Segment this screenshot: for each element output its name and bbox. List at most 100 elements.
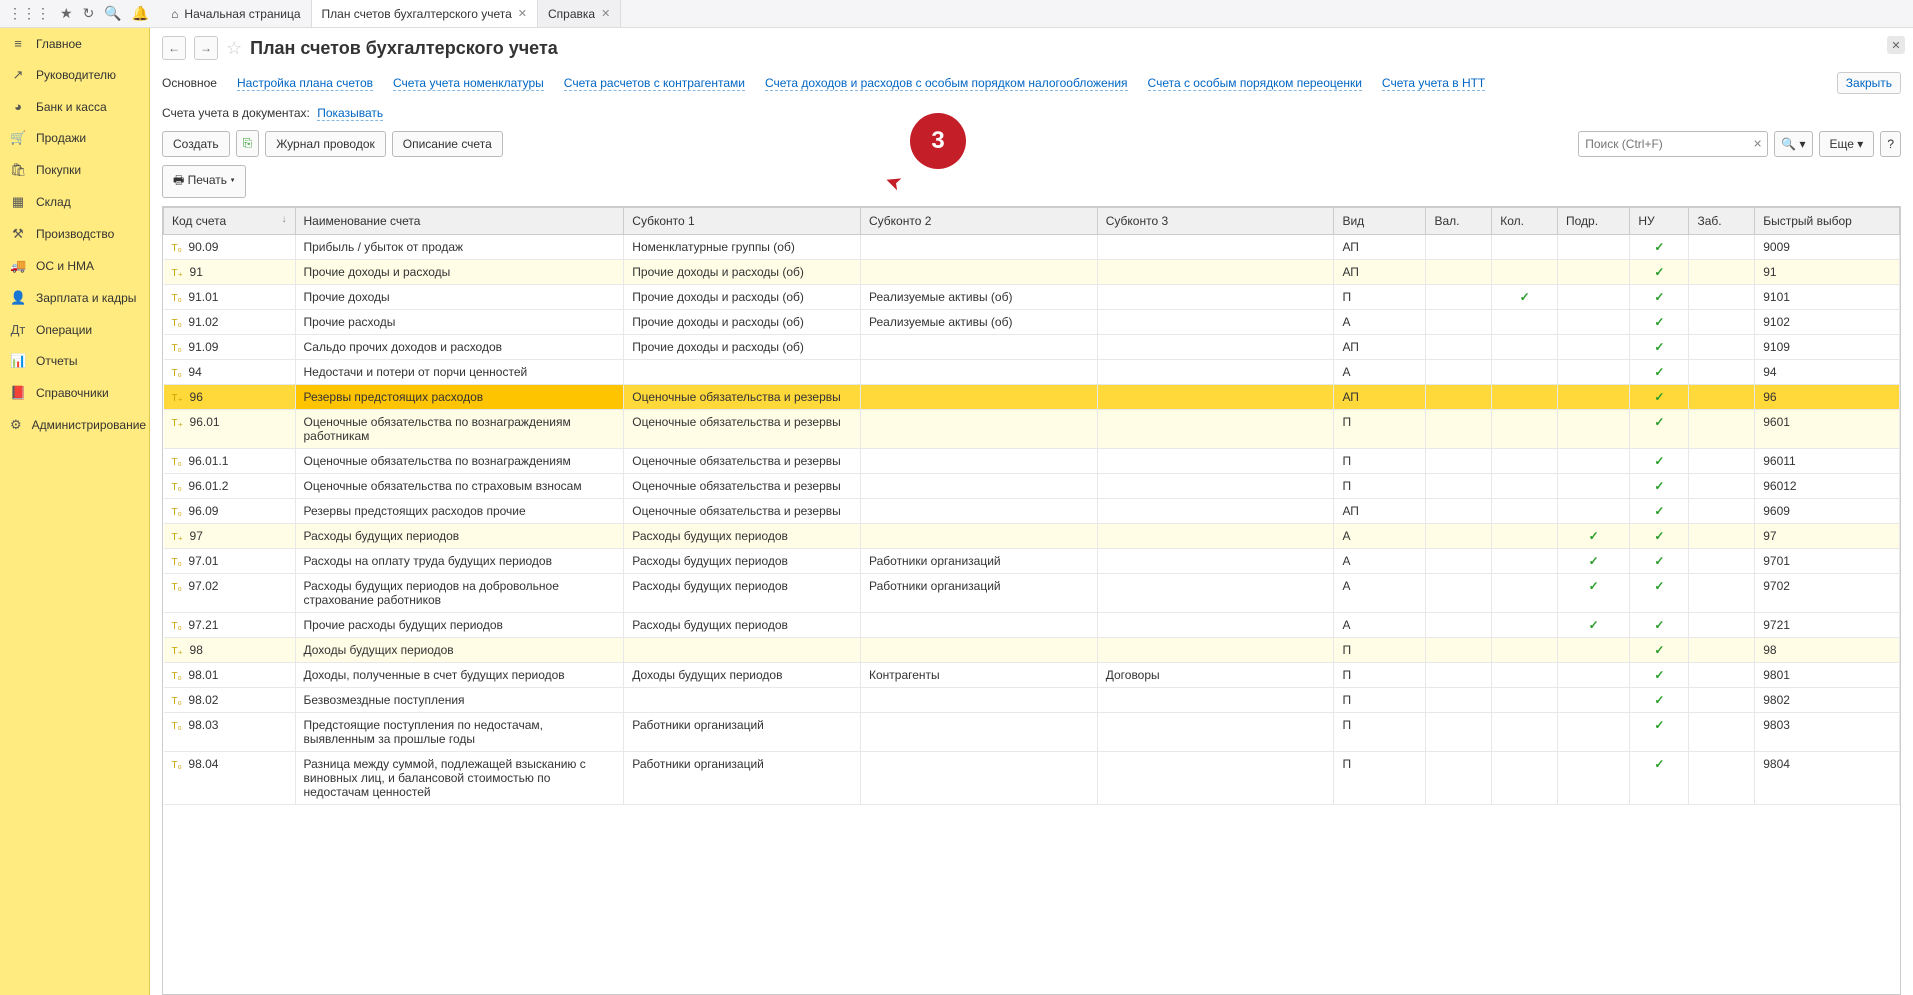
- close-tab-icon[interactable]: ✕: [601, 7, 610, 20]
- star-icon[interactable]: ★: [60, 5, 73, 22]
- sidebar-item[interactable]: ▦Склад: [0, 186, 149, 218]
- tab-label: Начальная страница: [184, 7, 300, 21]
- row-icon: Т₀: [172, 293, 182, 304]
- table-row[interactable]: Т₀ 98.02Безвозмездные поступленияП✓9802: [164, 688, 1900, 713]
- header-link[interactable]: Счета доходов и расходов с особым порядк…: [765, 76, 1128, 91]
- table-row[interactable]: Т₀ 91.01Прочие доходыПрочие доходы и рас…: [164, 285, 1900, 310]
- row-icon: Т₀: [172, 721, 182, 732]
- tab[interactable]: ⌂Начальная страница: [161, 0, 311, 27]
- col-sub2[interactable]: Субконто 2: [861, 208, 1098, 235]
- history-icon[interactable]: ↻: [83, 5, 95, 22]
- col-fast[interactable]: Быстрый выбор: [1755, 208, 1900, 235]
- col-pod[interactable]: Подр.: [1557, 208, 1629, 235]
- row-icon: Т₊: [172, 393, 183, 404]
- table-row[interactable]: Т₀ 91.09Сальдо прочих доходов и расходов…: [164, 335, 1900, 360]
- sidebar-icon: 🚚: [10, 258, 26, 274]
- col-sub1[interactable]: Субконто 1: [624, 208, 861, 235]
- clear-search-icon[interactable]: ✕: [1753, 137, 1762, 150]
- header-link[interactable]: Счета учета в НТТ: [1382, 76, 1485, 91]
- table-row[interactable]: Т₀ 97.02Расходы будущих периодов на добр…: [164, 574, 1900, 613]
- col-zab[interactable]: Заб.: [1689, 208, 1755, 235]
- sidebar-icon: ◕: [10, 99, 26, 114]
- sidebar-icon: ⚒: [10, 226, 26, 242]
- table-row[interactable]: Т₊ 98Доходы будущих периодовП✓98: [164, 638, 1900, 663]
- search-button[interactable]: 🔍 ▾: [1774, 131, 1812, 157]
- sidebar-item[interactable]: 📕Справочники: [0, 377, 149, 409]
- sidebar-item[interactable]: 👤 Зарплата и кадры: [0, 282, 149, 314]
- table-row[interactable]: Т₀ 91.02Прочие расходыПрочие доходы и ра…: [164, 310, 1900, 335]
- sidebar-item[interactable]: ⚙Администрирование: [0, 409, 149, 441]
- close-link[interactable]: Закрыть: [1837, 72, 1901, 94]
- sidebar-icon: ≡: [10, 36, 26, 51]
- sidebar-item[interactable]: 🛒Продажи: [0, 122, 149, 154]
- table-row[interactable]: Т₀ 94Недостачи и потери от порчи ценност…: [164, 360, 1900, 385]
- row-icon: Т₀: [172, 557, 182, 568]
- row-icon: Т₀: [172, 671, 182, 682]
- sidebar-label: Продажи: [36, 131, 86, 145]
- header-link[interactable]: Счета учета номенклатуры: [393, 76, 544, 91]
- sidebar-icon: 👤: [10, 290, 26, 306]
- row-icon: Т₀: [172, 343, 182, 354]
- col-kol[interactable]: Кол.: [1492, 208, 1558, 235]
- close-panel-button[interactable]: ✕: [1887, 36, 1905, 54]
- tab[interactable]: План счетов бухгалтерского учета✕: [312, 0, 538, 27]
- sidebar-label: Зарплата и кадры: [36, 291, 136, 305]
- sidebar-item[interactable]: 🛍Покупки: [0, 154, 149, 186]
- show-link[interactable]: Показывать: [317, 106, 383, 121]
- sidebar-label: Администрирование: [32, 418, 146, 432]
- table-row[interactable]: Т₊ 96Резервы предстоящих расходовОценочн…: [164, 385, 1900, 410]
- page-title: План счетов бухгалтерского учета: [250, 38, 558, 59]
- col-code[interactable]: Код счета↓: [164, 208, 296, 235]
- table-row[interactable]: Т₀ 96.01.2Оценочные обязательства по стр…: [164, 474, 1900, 499]
- header-link[interactable]: Настройка плана счетов: [237, 76, 373, 91]
- sidebar-item[interactable]: 🚚ОС и НМА: [0, 250, 149, 282]
- sidebar-item[interactable]: ◕Банк и касса: [0, 91, 149, 122]
- print-button[interactable]: 🖶 Печать ▾: [162, 165, 246, 198]
- sidebar-item[interactable]: ДтОперации: [0, 314, 149, 345]
- table-row[interactable]: Т₊ 97Расходы будущих периодовРасходы буд…: [164, 524, 1900, 549]
- sidebar-item[interactable]: ⚒Производство: [0, 218, 149, 250]
- col-sub3[interactable]: Субконто 3: [1097, 208, 1334, 235]
- sidebar-item[interactable]: 📊Отчеты: [0, 345, 149, 377]
- table-row[interactable]: Т₊ 96.01Оценочные обязательства по возна…: [164, 410, 1900, 449]
- help-button[interactable]: ?: [1880, 131, 1901, 157]
- col-name[interactable]: Наименование счета: [295, 208, 624, 235]
- journal-button[interactable]: Журнал проводок: [265, 131, 386, 157]
- table-row[interactable]: Т₀ 96.09Резервы предстоящих расходов про…: [164, 499, 1900, 524]
- back-button[interactable]: ←: [162, 36, 186, 60]
- header-link[interactable]: Счета с особым порядком переоценки: [1148, 76, 1362, 91]
- more-button[interactable]: Еще ▾: [1819, 131, 1875, 157]
- row-icon: Т₀: [172, 696, 182, 707]
- col-nu[interactable]: НУ: [1630, 208, 1689, 235]
- forward-button[interactable]: →: [194, 36, 218, 60]
- search-input[interactable]: [1578, 131, 1768, 157]
- tab[interactable]: Справка✕: [538, 0, 621, 27]
- sidebar-icon: ▦: [10, 194, 26, 210]
- table-row[interactable]: Т₀ 96.01.1Оценочные обязательства по воз…: [164, 449, 1900, 474]
- apps-icon[interactable]: ⋮⋮⋮: [8, 5, 50, 22]
- sidebar-item[interactable]: ≡Главное: [0, 28, 149, 59]
- description-button[interactable]: Описание счета: [392, 131, 503, 157]
- sidebar-item[interactable]: ↗Руководителю: [0, 59, 149, 91]
- row-icon: Т₀: [172, 243, 182, 254]
- close-tab-icon[interactable]: ✕: [518, 7, 527, 20]
- table-row[interactable]: Т₊ 91Прочие доходы и расходыПрочие доход…: [164, 260, 1900, 285]
- table-row[interactable]: Т₀ 98.03Предстоящие поступления по недос…: [164, 713, 1900, 752]
- accounts-table[interactable]: Код счета↓ Наименование счета Субконто 1…: [163, 207, 1900, 805]
- header-link[interactable]: Счета расчетов с контрагентами: [564, 76, 745, 91]
- table-row[interactable]: Т₀ 98.04Разница между суммой, подлежащей…: [164, 752, 1900, 805]
- copy-button[interactable]: ⎘: [236, 130, 260, 157]
- bell-icon[interactable]: 🔔: [132, 5, 149, 22]
- table-row[interactable]: Т₀ 97.01Расходы на оплату труда будущих …: [164, 549, 1900, 574]
- search-icon[interactable]: 🔍: [104, 5, 121, 22]
- row-icon: Т₊: [172, 532, 183, 543]
- table-row[interactable]: Т₀ 98.01Доходы, полученные в счет будущи…: [164, 663, 1900, 688]
- table-row[interactable]: Т₀ 90.09Прибыль / убыток от продажНоменк…: [164, 235, 1900, 260]
- favorite-icon[interactable]: ☆: [226, 38, 242, 59]
- col-vid[interactable]: Вид: [1334, 208, 1426, 235]
- table-row[interactable]: Т₀ 97.21Прочие расходы будущих периодовР…: [164, 613, 1900, 638]
- col-val[interactable]: Вал.: [1426, 208, 1492, 235]
- header-link[interactable]: Основное: [162, 76, 217, 90]
- sidebar-icon: 📊: [10, 353, 26, 369]
- create-button[interactable]: Создать: [162, 131, 230, 157]
